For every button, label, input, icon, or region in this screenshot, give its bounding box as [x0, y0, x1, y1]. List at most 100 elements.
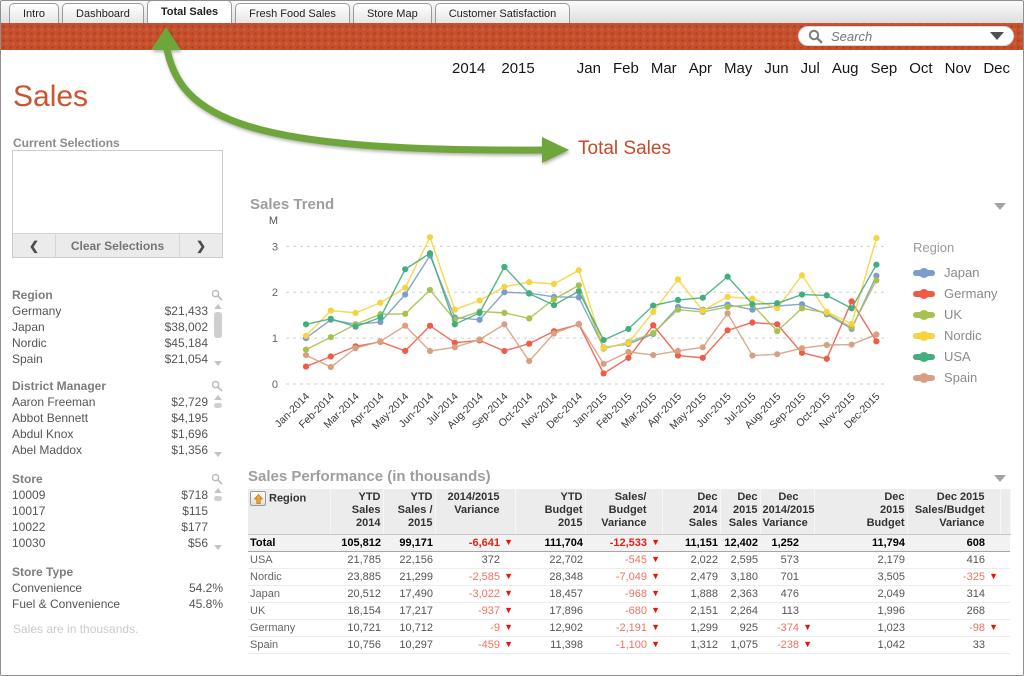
filter-month-mar[interactable]: Mar: [651, 60, 677, 77]
filter-month-aug[interactable]: Aug: [832, 60, 859, 77]
cell-value: 2,022: [690, 554, 718, 566]
listbox-item-fuel-convenience[interactable]: Fuel & Convenience45.8%: [12, 596, 223, 612]
scrollbar-thumb[interactable]: [214, 403, 222, 408]
listbox-item-value: $1,696: [171, 426, 208, 442]
legend-item-usa[interactable]: USA: [913, 348, 1018, 365]
listbox-item-germany[interactable]: Germany$21,433: [12, 303, 208, 319]
column-header-dec-2015-sales-budget-variance[interactable]: Dec 2015Sales/BudgetVariance: [907, 489, 1000, 534]
value-cell: -3,022▼: [435, 585, 515, 602]
sales-performance-table: RegionYTDSales2014YTDSales /20152014/201…: [248, 489, 1010, 654]
filter-month-jun[interactable]: Jun: [764, 60, 788, 77]
column-header-dec-2014-2015-variance[interactable]: Dec2014/2015Variance: [760, 489, 814, 534]
scroll-up-icon[interactable]: [214, 395, 222, 400]
column-header-ytd-sales-2015[interactable]: YTDSales /2015: [383, 489, 435, 534]
filter-month-dec[interactable]: Dec: [983, 60, 1010, 77]
filter-month-jan[interactable]: Jan: [577, 60, 601, 77]
listbox-item-10030[interactable]: 10030$56: [12, 535, 208, 551]
filter-year-2015[interactable]: 2015: [501, 60, 534, 77]
region-cell[interactable]: Spain: [248, 636, 330, 653]
filter-month-feb[interactable]: Feb: [613, 60, 639, 77]
region-cell[interactable]: Nordic: [248, 568, 330, 585]
tab-store-map[interactable]: Store Map: [353, 3, 432, 23]
listbox-scrollbar[interactable]: [213, 488, 223, 550]
cell-value: 10,756: [347, 639, 381, 651]
listbox-search-icon[interactable]: [211, 473, 223, 485]
value-cell: 22,702: [515, 551, 585, 568]
sort-button[interactable]: [250, 491, 266, 506]
filter-month-oct[interactable]: Oct: [909, 60, 932, 77]
performance-table: RegionYTDSales2014YTDSales /20152014/201…: [248, 489, 1011, 654]
tab-customer-satisfaction[interactable]: Customer Satisfaction: [435, 3, 571, 23]
legend-item-uk[interactable]: UK: [913, 306, 1018, 323]
legend-item-japan[interactable]: Japan: [913, 264, 1018, 281]
listbox-item-nordic[interactable]: Nordic$45,184: [12, 335, 208, 351]
column-header-sales-budget-variance[interactable]: Sales/BudgetVariance: [585, 489, 662, 534]
listbox-search-icon[interactable]: [211, 289, 223, 301]
column-header-dec-2015-budget[interactable]: Dec2015Budget: [814, 489, 907, 534]
tab-dashboard[interactable]: Dashboard: [62, 3, 144, 23]
listbox-item-aaron-freeman[interactable]: Aaron Freeman$2,729: [12, 394, 208, 410]
cell-value: 2,264: [730, 605, 758, 617]
scroll-down-icon[interactable]: [214, 361, 222, 366]
search-dropdown-icon[interactable]: [990, 32, 1004, 40]
column-header-2014-2015-variance[interactable]: 2014/2015Variance: [435, 489, 515, 534]
listbox-item-convenience[interactable]: Convenience54.2%: [12, 580, 223, 596]
listbox-item-abdul-knox[interactable]: Abdul Knox$1,696: [12, 426, 208, 442]
filter-month-may[interactable]: May: [724, 60, 752, 77]
legend-item-germany[interactable]: Germany: [913, 285, 1018, 302]
listbox-item-japan[interactable]: Japan$38,002: [12, 319, 208, 335]
previous-selection-button[interactable]: ❮: [13, 234, 55, 257]
listbox-search-icon[interactable]: [211, 380, 223, 392]
filter-month-jul[interactable]: Jul: [801, 60, 820, 77]
listbox-item-abbot-bennett[interactable]: Abbot Bennett$4,195: [12, 410, 208, 426]
down-triangle-icon: ▼: [647, 554, 660, 564]
chart-menu-caret-icon[interactable]: [994, 203, 1006, 210]
column-header-dec-2015-sales[interactable]: Dec2015Sales: [720, 489, 760, 534]
listbox-item-10017[interactable]: 10017$115: [12, 503, 208, 519]
next-selection-button[interactable]: ❯: [180, 234, 222, 257]
region-cell[interactable]: UK: [248, 602, 330, 619]
filter-month-apr[interactable]: Apr: [689, 60, 712, 77]
column-header-ytd-sales-2014[interactable]: YTDSales2014: [330, 489, 383, 534]
region-cell[interactable]: USA: [248, 551, 330, 568]
region-cell[interactable]: Japan: [248, 585, 330, 602]
listbox-item-abel-maddox[interactable]: Abel Maddox$1,356: [12, 442, 208, 458]
table-menu-caret-icon[interactable]: [994, 475, 1006, 482]
listbox-item-10009[interactable]: 10009$718: [12, 487, 208, 503]
down-triangle-icon: ▼: [799, 622, 812, 632]
tab-total-sales[interactable]: Total Sales: [147, 0, 232, 23]
listbox-item-10022[interactable]: 10022$177: [12, 519, 208, 535]
column-header-region[interactable]: Region: [248, 489, 330, 534]
column-header-dec-2014-sales[interactable]: Dec2014Sales: [662, 489, 720, 534]
column-header-ytd-budget-2015[interactable]: YTDBudget2015: [515, 489, 585, 534]
filter-month-nov[interactable]: Nov: [945, 60, 972, 77]
clear-selections-button[interactable]: Clear Selections: [55, 234, 180, 257]
scrollbar-thumb[interactable]: [214, 496, 222, 501]
region-cell[interactable]: Germany: [248, 619, 330, 636]
down-triangle-icon: ▼: [647, 639, 660, 649]
value-cell: -374▼: [760, 619, 814, 636]
listbox-item-value: $2,729: [171, 394, 208, 410]
sales-trend-plot[interactable]: M0123Jan-2014Feb-2014Mar-2014Apr-2014May…: [248, 212, 912, 458]
scroll-down-icon[interactable]: [214, 545, 222, 550]
scrollbar-thumb[interactable]: [214, 312, 222, 338]
legend-item-nordic[interactable]: Nordic: [913, 327, 1018, 344]
search-input[interactable]: [829, 28, 990, 45]
sales-trend-chart[interactable]: M0123Jan-2014Feb-2014Mar-2014Apr-2014May…: [248, 212, 912, 458]
region-cell[interactable]: Total: [248, 534, 330, 551]
tab-fresh-food-sales[interactable]: Fresh Food Sales: [235, 3, 350, 23]
filter-month-sep[interactable]: Sep: [871, 60, 898, 77]
tab-intro[interactable]: Intro: [9, 3, 59, 23]
footnote: Sales are in thousands.: [13, 622, 138, 636]
scroll-up-icon[interactable]: [214, 304, 222, 309]
scroll-up-icon[interactable]: [214, 488, 222, 493]
legend-item-spain[interactable]: Spain: [913, 369, 1018, 386]
cell-value: 111,704: [544, 537, 583, 549]
listbox-scrollbar[interactable]: [213, 395, 223, 457]
listbox-item-spain[interactable]: Spain$21,054: [12, 351, 208, 367]
listbox-scrollbar[interactable]: [213, 304, 223, 366]
scroll-down-icon[interactable]: [214, 452, 222, 457]
legend-item-label: Nordic: [944, 328, 982, 343]
filter-year-2014[interactable]: 2014: [452, 60, 485, 77]
search-box[interactable]: [798, 26, 1014, 46]
